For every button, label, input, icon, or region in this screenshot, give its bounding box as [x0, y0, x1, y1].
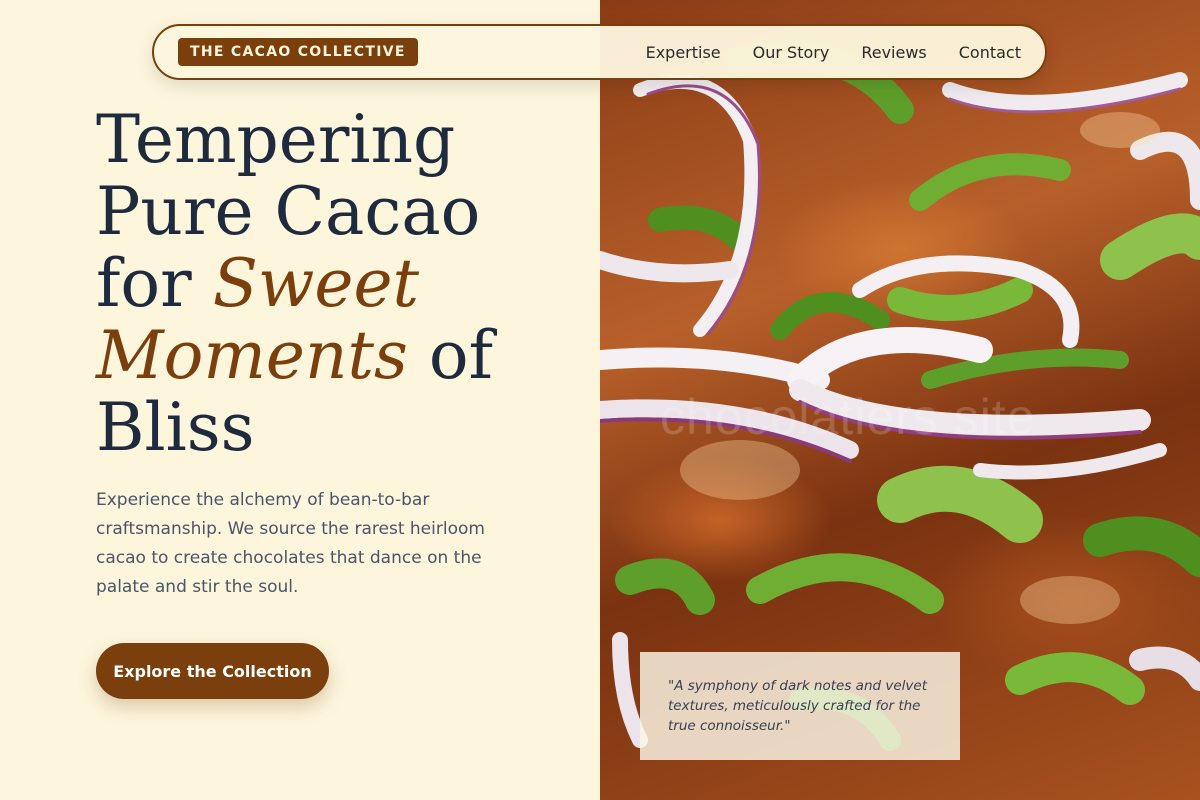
nav-links: Expertise Our Story Reviews Contact — [646, 43, 1021, 62]
hero-title-of: of — [407, 317, 494, 394]
testimonial-quote-text: "A symphony of dark notes and velvet tex… — [668, 678, 927, 734]
nav-link-expertise[interactable]: Expertise — [646, 43, 721, 62]
hero-title-line5: Bliss — [96, 389, 255, 466]
brand-logo[interactable]: THE CACAO COLLECTIVE — [178, 38, 418, 66]
top-navigation: THE CACAO COLLECTIVE Expertise Our Story… — [152, 24, 1047, 80]
nav-link-contact[interactable]: Contact — [959, 43, 1021, 62]
hero-title: Tempering Pure Cacao for Sweet Moments o… — [96, 104, 576, 464]
hero-title-for: for — [96, 245, 213, 322]
nav-link-reviews[interactable]: Reviews — [861, 43, 926, 62]
hero-description: Experience the alchemy of bean-to-bar cr… — [96, 490, 485, 597]
explore-collection-button[interactable]: Explore the Collection — [96, 643, 329, 699]
watermark-text: chocolatiers site — [660, 389, 1036, 445]
hero-title-line1: Tempering — [96, 101, 456, 178]
hero-title-accent-sweet: Sweet — [212, 245, 420, 322]
testimonial-quote-card: "A symphony of dark notes and velvet tex… — [640, 652, 960, 760]
hero-title-line2: Pure Cacao — [96, 173, 481, 250]
hero-title-accent-moments: Moments — [96, 317, 408, 394]
nav-link-our-story[interactable]: Our Story — [753, 43, 830, 62]
